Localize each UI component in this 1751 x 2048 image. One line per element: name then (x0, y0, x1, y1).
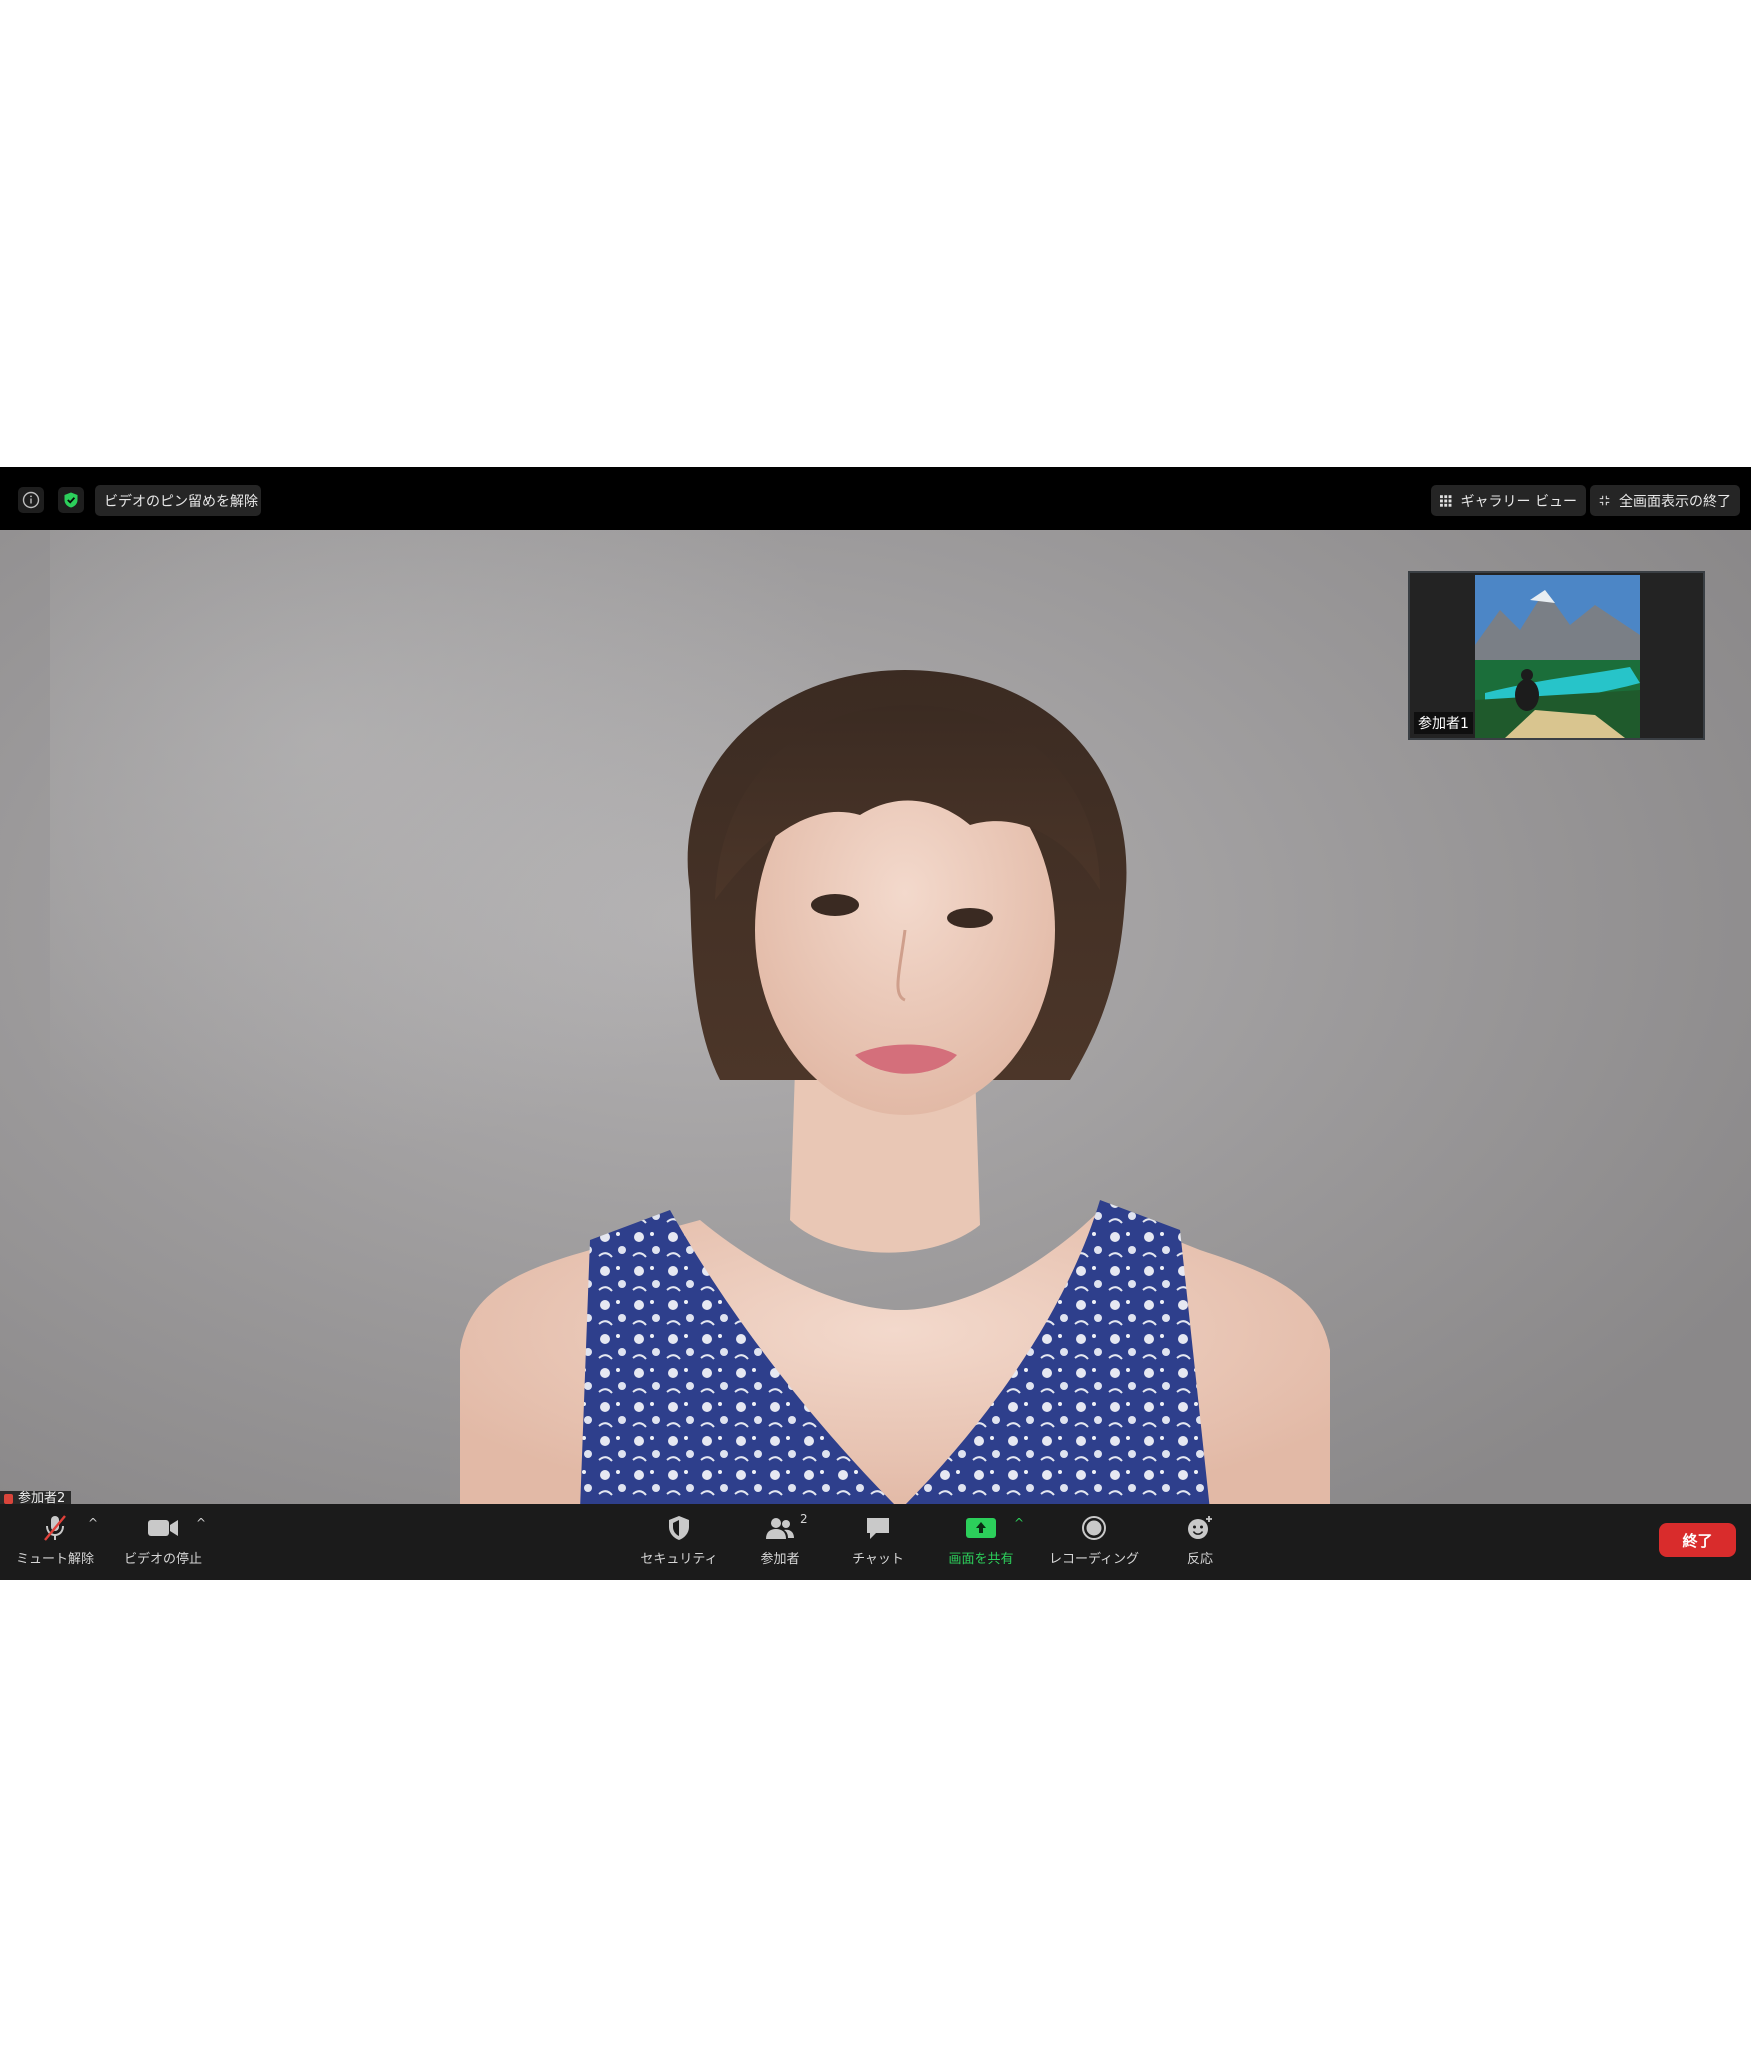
exit-fullscreen-label: 全画面表示の終了 (1619, 493, 1731, 510)
info-icon (22, 491, 40, 509)
chat-button[interactable]: チャット (838, 1504, 918, 1580)
end-meeting-label: 終了 (1682, 1531, 1713, 1550)
gallery-view-button[interactable]: ギャラリー ビュー (1431, 485, 1586, 516)
security-label: セキュリティ (640, 1552, 718, 1567)
mic-muted-indicator-icon (4, 1494, 13, 1504)
participants-count: 2 (800, 1512, 808, 1526)
mic-muted-icon (44, 1515, 66, 1541)
unpin-video-button[interactable]: ビデオのピン留めを解除 (95, 485, 261, 516)
stop-video-button[interactable]: ビデオの停止 (118, 1504, 208, 1580)
reactions-label: 反応 (1186, 1552, 1213, 1567)
chat-icon (867, 1518, 889, 1539)
encryption-button[interactable] (58, 487, 84, 513)
recording-button[interactable]: レコーディング (1042, 1504, 1146, 1580)
security-shield-icon (669, 1516, 689, 1540)
top-bar: ビデオのピン留めを解除 ギャラリー ビュー 全画面表示の終了 (0, 467, 1751, 530)
thumbnail-video (1475, 575, 1640, 738)
unmute-label: ミュート解除 (15, 1552, 94, 1567)
grid-icon (1440, 494, 1452, 507)
stop-video-label: ビデオの停止 (123, 1552, 202, 1567)
exit-fullscreen-button[interactable]: 全画面表示の終了 (1590, 485, 1740, 516)
participants-label: 参加者 (760, 1552, 800, 1567)
end-meeting-button[interactable]: 終了 (1659, 1523, 1736, 1557)
share-options-caret[interactable]: ^ (1014, 1516, 1024, 1530)
speaker-video-feed (460, 670, 1330, 1504)
share-screen-icon (966, 1518, 996, 1538)
record-icon (1082, 1516, 1106, 1540)
audio-options-caret[interactable]: ^ (88, 1516, 98, 1530)
share-screen-label: 画面を共有 (948, 1552, 1014, 1567)
security-button[interactable]: セキュリティ (632, 1504, 726, 1580)
reaction-icon (1188, 1516, 1212, 1539)
meeting-window: ビデオのピン留めを解除 ギャラリー ビュー 全画面表示の終了 参加者1 参加者2… (0, 467, 1751, 1580)
self-view-thumbnail[interactable]: 参加者1 (1408, 571, 1705, 740)
shield-check-icon (64, 492, 78, 508)
thumbnail-name-label: 参加者1 (1414, 712, 1473, 734)
meeting-info-button[interactable] (18, 487, 44, 513)
share-screen-button[interactable]: 画面を共有 (936, 1504, 1026, 1580)
recording-label: レコーディング (1048, 1552, 1140, 1567)
chat-label: チャット (852, 1552, 904, 1567)
meeting-toolbar: ミュート解除 ^ ビデオの停止 ^ セキュリティ 2 参加者 チャット 画面を共… (0, 1504, 1751, 1580)
unmute-button[interactable]: ミュート解除 (10, 1504, 100, 1580)
unpin-video-label: ビデオのピン留めを解除 (104, 493, 258, 510)
exit-fullscreen-icon (1599, 495, 1610, 506)
participants-button[interactable]: 2 参加者 (740, 1504, 820, 1580)
gallery-view-label: ギャラリー ビュー (1460, 493, 1577, 510)
video-camera-icon (148, 1520, 178, 1536)
reactions-button[interactable]: 反応 (1162, 1504, 1238, 1580)
video-options-caret[interactable]: ^ (196, 1516, 206, 1530)
participants-icon (766, 1518, 794, 1539)
